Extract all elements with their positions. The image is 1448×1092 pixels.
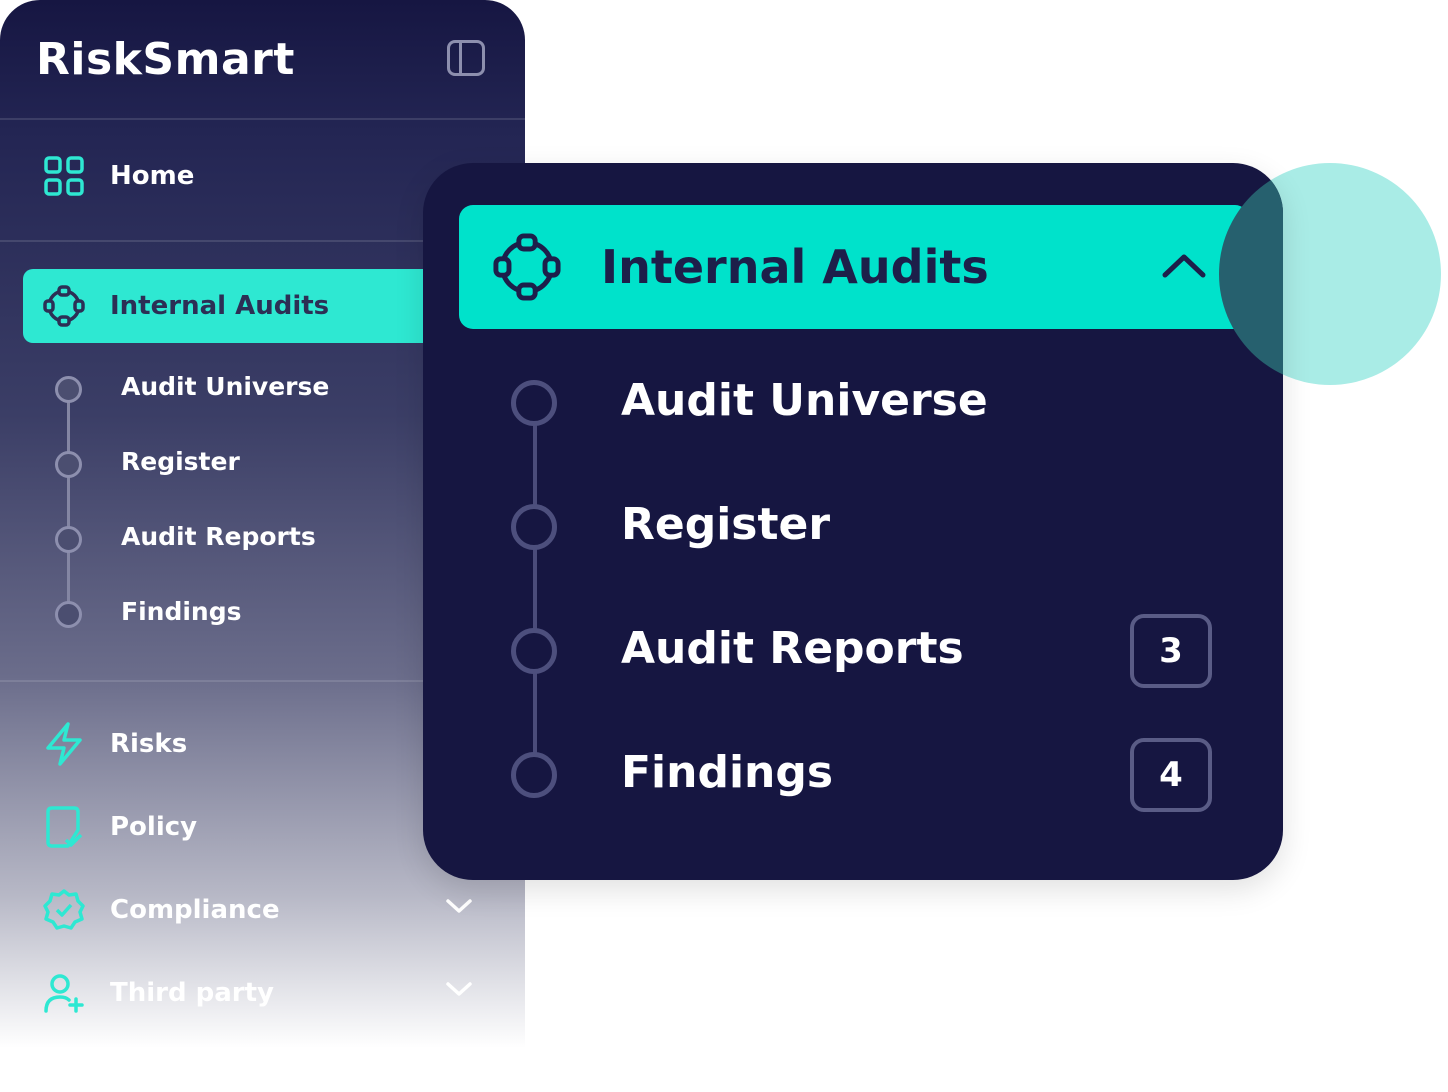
step-dot-icon [511,380,557,426]
audit-cycle-icon [489,229,565,305]
sub-list-connector [533,403,537,775]
sidebar-item-policy[interactable]: Policy [23,790,443,864]
step-dot-icon [55,601,82,628]
sidebar-item-label: Risks [110,729,188,759]
sidebar-item-risks[interactable]: Risks [23,707,443,781]
step-dot-icon [511,628,557,674]
sidebar-collapse-icon[interactable] [447,40,485,76]
sidebar-subitem-audit-universe[interactable]: Audit Universe [121,372,329,401]
grid-icon [40,152,88,200]
step-dot-icon [55,526,82,553]
count-badge: 3 [1130,614,1212,688]
menu-item-audit-universe[interactable]: Audit Universe [621,375,988,426]
sidebar-item-label: Internal Audits [110,291,330,321]
menu-item-register[interactable]: Register [621,499,830,550]
count-badge: 4 [1130,738,1212,812]
step-dot-icon [511,752,557,798]
chevron-up-icon[interactable] [1161,249,1207,285]
step-dot-icon [55,451,82,478]
app-logo: RiskSmart [36,34,295,85]
sidebar-item-internal-audits[interactable]: Internal Audits [23,269,443,343]
sidebar-item-label: Policy [110,812,198,842]
sidebar-item-third-party[interactable]: Third party [23,956,472,1030]
sidebar-item-home[interactable]: Home [23,139,443,213]
divider [0,118,525,120]
menu-item-findings[interactable]: Findings [621,747,833,798]
sidebar-item-label: Compliance [110,895,280,925]
sidebar-item-label: Third party [110,978,274,1008]
sidebar-subitem-register[interactable]: Register [121,447,240,476]
sidebar-item-compliance[interactable]: Compliance [23,873,472,947]
sidebar-subitem-audit-reports[interactable]: Audit Reports [121,522,316,551]
sidebar-subitem-findings[interactable]: Findings [121,597,241,626]
card-title: Internal Audits [601,240,989,294]
chevron-down-icon[interactable] [445,980,473,1002]
compliance-badge-icon [40,886,88,934]
internal-audits-menu-card: Internal Audits Audit Universe Register … [423,163,1283,880]
step-dot-icon [511,504,557,550]
internal-audits-header[interactable]: Internal Audits [459,205,1249,329]
lightning-icon [40,720,88,768]
sidebar-item-label: Home [110,161,195,191]
step-dot-icon [55,376,82,403]
third-party-icon [40,969,88,1017]
sub-list-connector [67,392,70,614]
policy-document-icon [40,803,88,851]
audit-cycle-icon [40,282,88,330]
menu-item-audit-reports[interactable]: Audit Reports [621,623,964,674]
chevron-down-icon[interactable] [445,897,473,919]
